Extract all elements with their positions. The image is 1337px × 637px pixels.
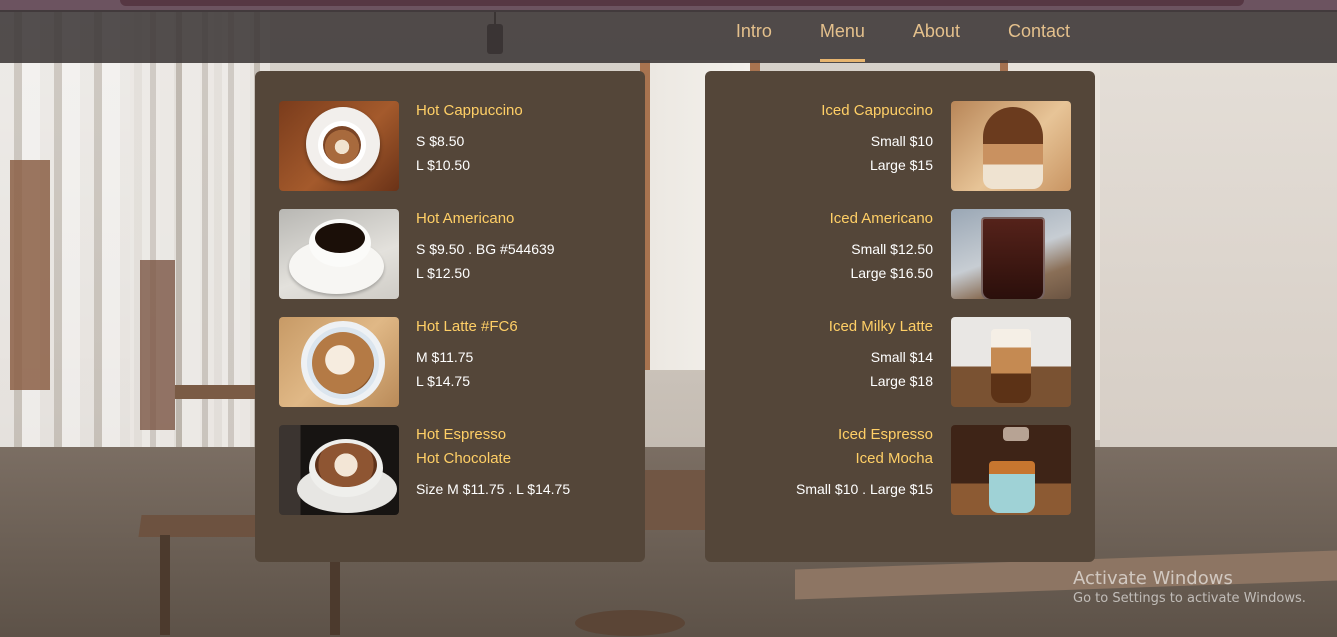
hot-espresso-photo <box>279 425 399 515</box>
background-stool <box>575 610 685 636</box>
item-name: Hot Chocolate <box>416 450 512 467</box>
item-text: Hot Americano S $9.50 . BG #544639 L $12… <box>416 209 616 285</box>
menu-item-hot-latte: Hot Latte #FC6 M $11.75 L $14.75 <box>255 317 645 407</box>
nav-item-about[interactable]: About <box>889 10 984 63</box>
item-text: Iced Cappuccino Small $10 Large $15 <box>733 101 933 177</box>
watermark-title: Activate Windows <box>1073 568 1233 589</box>
item-name: Hot Cappuccino <box>416 102 523 119</box>
item-price: Small $10 . Large $15 <box>796 481 933 497</box>
item-name: Hot Espresso <box>416 426 507 443</box>
item-name: Iced Mocha <box>855 450 933 467</box>
menu-item-hot-cappuccino: Hot Cappuccino S $8.50 L $10.50 <box>255 101 645 191</box>
watermark-subtitle: Go to Settings to activate Windows. <box>1073 591 1306 606</box>
menu-item-iced-milky-latte: Iced Milky Latte Small $14 Large $18 <box>705 317 1095 407</box>
iced-espresso-photo <box>951 425 1071 515</box>
nav-item-intro[interactable]: Intro <box>712 10 796 63</box>
item-text: Hot Cappuccino S $8.50 L $10.50 <box>416 101 616 177</box>
item-price: Size M $11.75 . L $14.75 <box>416 481 571 497</box>
item-price: Large $15 <box>869 157 933 173</box>
item-name: Hot Americano <box>416 210 515 227</box>
item-price: Small $14 <box>870 349 933 365</box>
item-text: Iced Americano Small $12.50 Large $16.50 <box>733 209 933 285</box>
item-price: Large $18 <box>869 373 933 389</box>
activate-windows-watermark: Activate Windows Go to Settings to activ… <box>1073 568 1306 608</box>
item-price: S $9.50 . BG #544639 <box>416 241 555 257</box>
background-table-leg <box>160 535 170 635</box>
item-text: Iced Espresso Iced Mocha Small $10 . Lar… <box>733 425 933 501</box>
item-text: Hot Espresso Hot Chocolate Size M $11.75… <box>416 425 616 501</box>
item-name: Hot Latte #FC6 <box>416 318 518 335</box>
item-name: Iced Espresso <box>837 426 933 443</box>
item-price: L $12.50 <box>416 265 470 281</box>
nav-item-contact[interactable]: Contact <box>984 10 1094 63</box>
navbar: Intro Menu About Contact <box>0 10 1337 63</box>
item-price: L $10.50 <box>416 157 470 173</box>
nav-menu: Intro Menu About Contact <box>712 10 1094 63</box>
menu-item-hot-americano: Hot Americano S $9.50 . BG #544639 L $12… <box>255 209 645 299</box>
hot-americano-photo <box>279 209 399 299</box>
iced-menu-card: Iced Cappuccino Small $10 Large $15 Iced… <box>705 71 1095 562</box>
background-pillar <box>10 160 50 390</box>
hot-menu-card: Hot Cappuccino S $8.50 L $10.50 Hot Amer… <box>255 71 645 562</box>
nav-item-menu[interactable]: Menu <box>796 10 889 63</box>
menu-item-iced-americano: Iced Americano Small $12.50 Large $16.50 <box>705 209 1095 299</box>
item-name: Iced Americano <box>829 210 933 227</box>
item-name: Iced Cappuccino <box>821 102 933 119</box>
menu-item-iced-cappuccino: Iced Cappuccino Small $10 Large $15 <box>705 101 1095 191</box>
top-strip-bar <box>120 0 1244 6</box>
background-table <box>175 385 255 399</box>
item-price: S $8.50 <box>416 133 465 149</box>
item-price: Small $12.50 <box>851 241 933 257</box>
hot-cappuccino-photo <box>279 101 399 191</box>
item-price: L $14.75 <box>416 373 470 389</box>
item-text: Hot Latte #FC6 M $11.75 L $14.75 <box>416 317 616 393</box>
menu-item-hot-espresso-chocolate: Hot Espresso Hot Chocolate Size M $11.75… <box>255 425 645 515</box>
item-price: Small $10 <box>870 133 933 149</box>
item-price: M $11.75 <box>416 349 474 365</box>
item-text: Iced Milky Latte Small $14 Large $18 <box>733 317 933 393</box>
menu-item-iced-espresso-mocha: Iced Espresso Iced Mocha Small $10 . Lar… <box>705 425 1095 515</box>
hot-latte-photo <box>279 317 399 407</box>
item-name: Iced Milky Latte <box>828 318 933 335</box>
iced-milky-latte-photo <box>951 317 1071 407</box>
item-price: Large $16.50 <box>850 265 933 281</box>
background-pillar <box>140 260 175 430</box>
iced-cappuccino-photo <box>951 101 1071 191</box>
cafe-background-photo <box>0 0 1337 637</box>
iced-americano-photo <box>951 209 1071 299</box>
